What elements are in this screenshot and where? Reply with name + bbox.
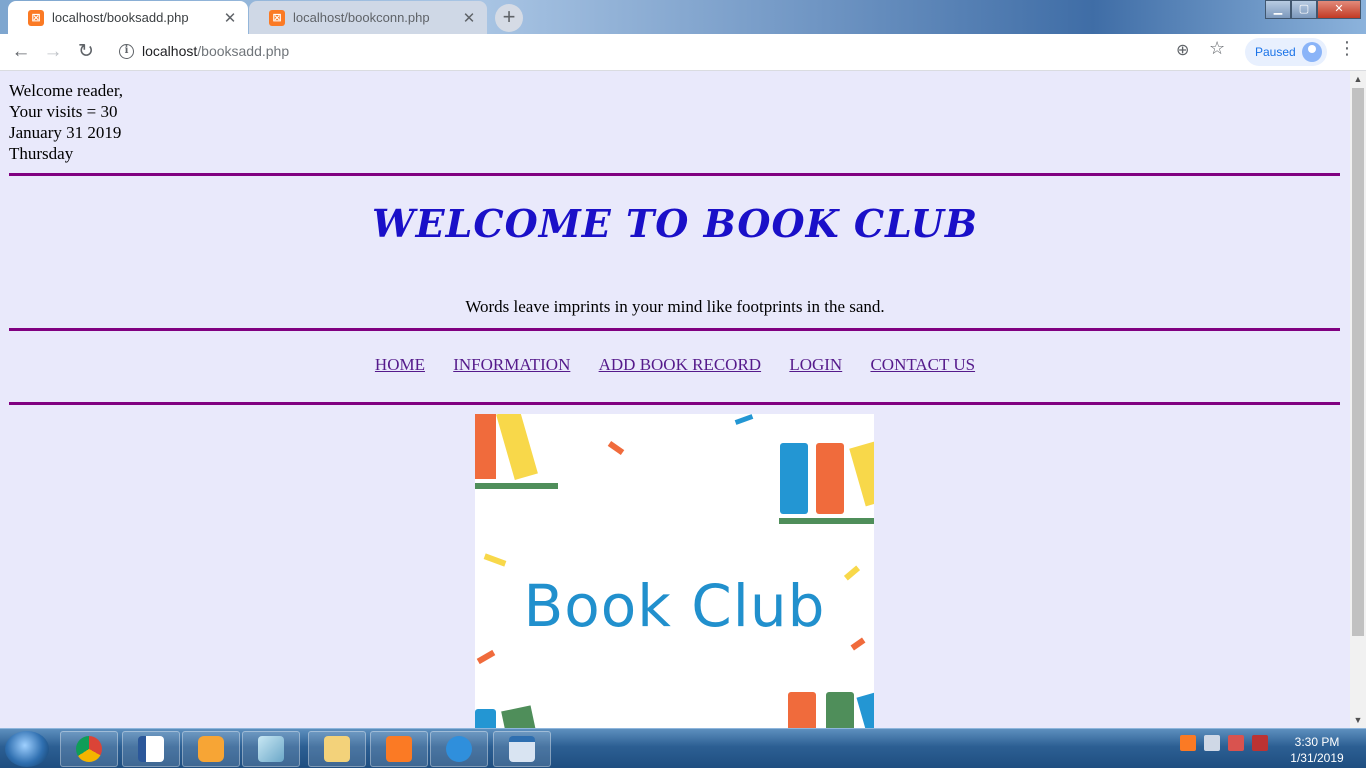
- close-icon[interactable]: ✕: [222, 9, 238, 27]
- book-graphic: [501, 705, 539, 728]
- taskbar-media-player[interactable]: [182, 731, 240, 767]
- menu-dots-icon[interactable]: ⋮: [1338, 38, 1356, 59]
- app-icon: [509, 736, 535, 762]
- confetti-graphic: [476, 649, 496, 665]
- nav-information-link[interactable]: INFORMATION: [453, 355, 570, 374]
- shelf-graphic: [475, 483, 558, 489]
- taskbar-word[interactable]: [122, 731, 180, 767]
- nav-add-book-record-link[interactable]: ADD BOOK RECORD: [599, 355, 761, 374]
- book-graphic: [788, 692, 816, 728]
- book-graphic: [826, 692, 854, 728]
- system-tray: [1180, 735, 1268, 751]
- divider: [9, 328, 1340, 331]
- xampp-favicon-icon: ⊠: [269, 9, 285, 26]
- start-button[interactable]: [5, 731, 49, 767]
- book-graphic: [475, 709, 496, 728]
- tab-bookconn[interactable]: ⊠ localhost/bookconn.php ✕: [249, 1, 487, 34]
- minimize-button[interactable]: ▁: [1265, 0, 1291, 19]
- greeting-text: Welcome reader,: [9, 81, 124, 100]
- scroll-down-arrow-icon[interactable]: ▼: [1350, 712, 1366, 728]
- book-graphic: [849, 441, 874, 507]
- divider: [9, 402, 1340, 405]
- confetti-graphic: [734, 414, 754, 425]
- book-graphic: [475, 414, 496, 479]
- window-controls: ▁ ▢ ✕: [1265, 0, 1361, 19]
- network-error-icon[interactable]: [1228, 735, 1244, 751]
- chrome-icon: [76, 736, 102, 762]
- volume-icon[interactable]: [1204, 735, 1220, 751]
- taskbar-explorer[interactable]: [308, 731, 366, 767]
- action-center-icon[interactable]: [1252, 735, 1268, 751]
- xampp-icon: [386, 736, 412, 762]
- xampp-tray-icon[interactable]: [1180, 735, 1196, 751]
- bookmark-star-icon[interactable]: ☆: [1209, 38, 1225, 59]
- book-graphic: [496, 414, 538, 480]
- zoom-icon[interactable]: ⊕: [1176, 40, 1189, 60]
- explorer-icon: [324, 736, 350, 762]
- media-player-icon: [198, 736, 224, 762]
- windows-taskbar: 3:30 PM 1/31/2019: [0, 728, 1366, 768]
- taskbar-chrome[interactable]: [60, 731, 118, 767]
- url-text: localhost/booksadd.php: [142, 43, 290, 59]
- tagline: Words leave imprints in your mind like f…: [465, 297, 885, 316]
- clock-date: 1/31/2019: [1290, 751, 1344, 765]
- page-title: WELCOME TO BOOK CLUB: [372, 201, 978, 246]
- tab-title: localhost/bookconn.php: [293, 10, 430, 25]
- avatar: [1302, 42, 1322, 62]
- info-icon[interactable]: i: [119, 44, 134, 59]
- page-viewport: Welcome reader, Your visits = 30 January…: [0, 71, 1350, 728]
- xampp-favicon-icon: ⊠: [28, 9, 44, 26]
- close-icon[interactable]: ✕: [461, 9, 477, 27]
- book-graphic: [816, 443, 844, 514]
- shelf-graphic: [779, 518, 874, 524]
- taskbar-notepad[interactable]: [242, 731, 300, 767]
- reload-button[interactable]: ↻: [73, 39, 99, 65]
- taskbar-internet-explorer[interactable]: [430, 731, 488, 767]
- address-bar[interactable]: i localhost/booksadd.php: [108, 38, 1208, 66]
- current-weekday: Thursday: [9, 144, 74, 163]
- nav-contact-us-link[interactable]: CONTACT US: [870, 355, 975, 374]
- close-window-button[interactable]: ✕: [1317, 0, 1361, 19]
- internet-explorer-icon: [446, 736, 472, 762]
- divider: [9, 173, 1340, 176]
- book-graphic: [856, 692, 874, 728]
- vertical-scrollbar[interactable]: ▲ ▼: [1350, 71, 1366, 728]
- back-button[interactable]: ←: [8, 39, 34, 65]
- forward-button[interactable]: →: [40, 39, 66, 65]
- profile-status: Paused: [1255, 45, 1296, 59]
- taskbar-app[interactable]: [493, 731, 551, 767]
- word-icon: [138, 736, 164, 762]
- nav-home-link[interactable]: HOME: [375, 355, 425, 374]
- clock-time: 3:30 PM: [1294, 735, 1340, 749]
- scrollbar-thumb[interactable]: [1352, 88, 1364, 636]
- tab-title: localhost/booksadd.php: [52, 10, 189, 25]
- current-date: January 31 2019: [9, 123, 122, 142]
- browser-toolbar: ← → ↻ i localhost/booksadd.php: [0, 34, 1366, 71]
- nav-login-link[interactable]: LOGIN: [789, 355, 842, 374]
- taskbar-xampp[interactable]: [370, 731, 428, 767]
- tab-booksadd[interactable]: ⊠ localhost/booksadd.php ✕: [8, 1, 248, 34]
- banner-text: Book Club: [523, 572, 826, 640]
- confetti-graphic: [483, 553, 507, 567]
- main-nav: HOME INFORMATION ADD BOOK RECORD LOGIN C…: [0, 355, 1350, 375]
- profile-button[interactable]: Paused: [1245, 38, 1327, 66]
- book-club-banner-image: Book Club: [475, 414, 874, 728]
- visit-count: Your visits = 30: [9, 102, 118, 121]
- scroll-up-arrow-icon[interactable]: ▲: [1350, 71, 1366, 87]
- visitor-info: Welcome reader, Your visits = 30 January…: [9, 80, 123, 164]
- new-tab-button[interactable]: +: [495, 4, 523, 32]
- maximize-button[interactable]: ▢: [1291, 0, 1317, 19]
- taskbar-clock[interactable]: 3:30 PM 1/31/2019: [1282, 734, 1352, 766]
- notepad-icon: [258, 736, 284, 762]
- book-graphic: [780, 443, 808, 514]
- tab-strip: ⊠ localhost/booksadd.php ✕ ⊠ localhost/b…: [0, 0, 1366, 34]
- confetti-graphic: [607, 440, 625, 456]
